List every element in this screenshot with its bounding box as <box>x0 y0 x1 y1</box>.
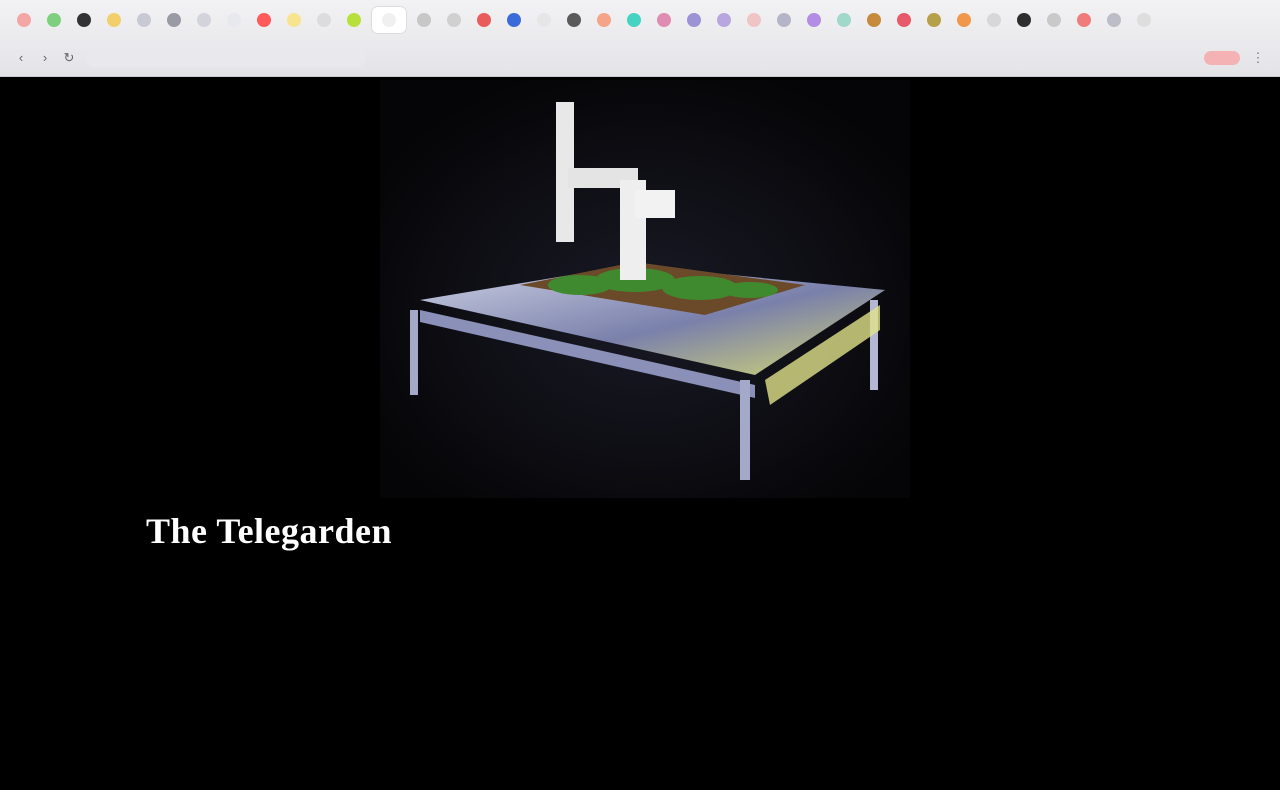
browser-tab[interactable] <box>802 7 826 33</box>
tab-favicon-icon <box>837 13 851 27</box>
browser-tab[interactable] <box>622 7 646 33</box>
article: The Telegarden <box>146 510 1136 552</box>
browser-tab[interactable] <box>1012 7 1036 33</box>
browser-tab[interactable] <box>1042 7 1066 33</box>
tab-favicon-icon <box>287 13 301 27</box>
browser-toolbar: ‹ › ↻ ⋮ <box>0 40 1280 76</box>
browser-tab[interactable] <box>132 7 156 33</box>
tab-favicon-icon <box>227 13 241 27</box>
browser-tab[interactable] <box>42 7 66 33</box>
browser-tab[interactable] <box>982 7 1006 33</box>
browser-tab[interactable] <box>592 7 616 33</box>
tab-favicon-icon <box>747 13 761 27</box>
tab-favicon-icon <box>1107 13 1121 27</box>
tab-favicon-icon <box>537 13 551 27</box>
tab-favicon-icon <box>447 13 461 27</box>
browser-tab[interactable] <box>832 7 856 33</box>
tab-favicon-icon <box>257 13 271 27</box>
browser-tab[interactable] <box>712 7 736 33</box>
tab-favicon-icon <box>567 13 581 27</box>
tab-favicon-icon <box>17 13 31 27</box>
browser-tab[interactable] <box>922 7 946 33</box>
tab-favicon-icon <box>687 13 701 27</box>
browser-tab[interactable] <box>742 7 766 33</box>
reload-icon[interactable]: ↻ <box>62 51 76 65</box>
tab-strip <box>0 0 1280 40</box>
browser-tab[interactable] <box>1072 7 1096 33</box>
tab-favicon-icon <box>927 13 941 27</box>
browser-tab[interactable] <box>862 7 886 33</box>
browser-tab[interactable] <box>412 7 436 33</box>
browser-chrome: ‹ › ↻ ⋮ <box>0 0 1280 77</box>
tab-favicon-icon <box>167 13 181 27</box>
browser-tab[interactable] <box>892 7 916 33</box>
tab-favicon-icon <box>382 13 396 27</box>
tab-favicon-icon <box>417 13 431 27</box>
tab-favicon-icon <box>897 13 911 27</box>
browser-tab[interactable] <box>502 7 526 33</box>
browser-tab[interactable] <box>372 7 406 33</box>
browser-tab[interactable] <box>162 7 186 33</box>
tab-favicon-icon <box>317 13 331 27</box>
tab-favicon-icon <box>137 13 151 27</box>
tab-favicon-icon <box>507 13 521 27</box>
browser-tab[interactable] <box>252 7 276 33</box>
tab-favicon-icon <box>1017 13 1031 27</box>
tab-favicon-icon <box>867 13 881 27</box>
browser-tab[interactable] <box>682 7 706 33</box>
browser-tab[interactable] <box>1132 7 1156 33</box>
tab-favicon-icon <box>47 13 61 27</box>
hero-image <box>380 80 910 498</box>
telegarden-illustration <box>380 80 910 498</box>
browser-tab[interactable] <box>562 7 586 33</box>
browser-tab[interactable] <box>342 7 366 33</box>
tab-favicon-icon <box>597 13 611 27</box>
extension-badge-icon[interactable] <box>1204 51 1240 65</box>
back-arrow-icon[interactable]: ‹ <box>14 51 28 65</box>
browser-tab[interactable] <box>102 7 126 33</box>
tab-favicon-icon <box>477 13 491 27</box>
kebab-menu-icon[interactable]: ⋮ <box>1250 51 1266 65</box>
tab-favicon-icon <box>197 13 211 27</box>
address-bar[interactable] <box>86 49 366 67</box>
tab-favicon-icon <box>657 13 671 27</box>
browser-tab[interactable] <box>532 7 556 33</box>
tab-favicon-icon <box>957 13 971 27</box>
browser-tab[interactable] <box>282 7 306 33</box>
tab-favicon-icon <box>347 13 361 27</box>
tab-favicon-icon <box>717 13 731 27</box>
browser-tab[interactable] <box>312 7 336 33</box>
browser-tab[interactable] <box>472 7 496 33</box>
forward-arrow-icon[interactable]: › <box>38 51 52 65</box>
browser-tab[interactable] <box>192 7 216 33</box>
tab-favicon-icon <box>107 13 121 27</box>
browser-tab[interactable] <box>12 7 36 33</box>
tab-favicon-icon <box>1077 13 1091 27</box>
browser-tab[interactable] <box>222 7 246 33</box>
tab-favicon-icon <box>777 13 791 27</box>
tab-favicon-icon <box>1137 13 1151 27</box>
browser-tab[interactable] <box>72 7 96 33</box>
browser-tab[interactable] <box>442 7 466 33</box>
browser-tab[interactable] <box>652 7 676 33</box>
tab-favicon-icon <box>987 13 1001 27</box>
browser-tab[interactable] <box>772 7 796 33</box>
browser-tab[interactable] <box>952 7 976 33</box>
tab-favicon-icon <box>1047 13 1061 27</box>
tab-favicon-icon <box>807 13 821 27</box>
page-title: The Telegarden <box>146 511 393 551</box>
tab-favicon-icon <box>627 13 641 27</box>
tab-favicon-icon <box>77 13 91 27</box>
browser-tab[interactable] <box>1102 7 1126 33</box>
